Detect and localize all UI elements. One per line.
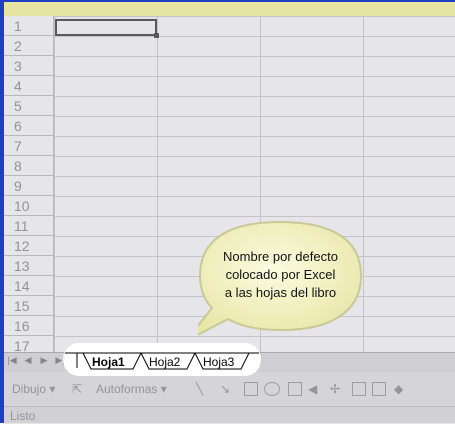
sheet-tab-hoja1[interactable]: Hoja1 (92, 355, 125, 369)
clipart-icon[interactable] (352, 382, 366, 396)
row-header[interactable]: 16 (4, 316, 54, 336)
fill-color-icon[interactable]: ◆ (394, 382, 403, 396)
active-cell-a1[interactable] (55, 19, 159, 38)
row-header[interactable]: 3 (4, 56, 54, 76)
drawing-toolbar: Dibujo ▾ ⇱ Autoformas ▾ ╲ ↘ ◀ ✢ ◆ (4, 372, 455, 406)
sheet-tab-hoja2[interactable]: Hoja2 (149, 355, 181, 369)
textbox-icon[interactable] (288, 382, 302, 396)
line-icon[interactable]: ╲ (196, 382, 203, 396)
next-sheet-nav-icon[interactable]: ▶ (38, 355, 50, 366)
row-header[interactable]: 13 (4, 256, 54, 276)
first-sheet-nav-icon[interactable]: |◀ (6, 355, 18, 366)
sheet-tabs: Hoja1 Hoja2 Hoja3 (65, 352, 259, 370)
diagram-icon[interactable]: ✢ (330, 382, 340, 396)
prev-sheet-nav-icon[interactable]: ◀ (22, 355, 34, 366)
row-header[interactable]: 9 (4, 176, 54, 196)
row-header[interactable]: 14 (4, 276, 54, 296)
row-header[interactable]: 10 (4, 196, 54, 216)
row-header[interactable]: 7 (4, 136, 54, 156)
draw-menu-button[interactable]: Dibujo ▾ (12, 382, 55, 396)
tab-highlight: Hoja1 Hoja2 Hoja3 (63, 343, 261, 376)
callout-text: Nombre por defecto colocado por Excel a … (223, 249, 338, 300)
sheet-tab-hoja3[interactable]: Hoja3 (203, 355, 235, 369)
wordart-icon[interactable]: ◀ (308, 382, 317, 396)
row-headers: 1 2 3 4 5 6 7 8 9 10 11 12 13 14 15 16 1… (4, 16, 54, 356)
row-header[interactable]: 1 (4, 16, 54, 36)
row-header[interactable]: 5 (4, 96, 54, 116)
status-bar: Listo (4, 406, 455, 424)
callout-bubble: Nombre por defecto colocado por Excel a … (198, 220, 363, 338)
picture-icon[interactable] (372, 382, 386, 396)
rectangle-icon[interactable] (244, 382, 258, 396)
row-header[interactable]: 8 (4, 156, 54, 176)
row-header[interactable]: 11 (4, 216, 54, 236)
row-header[interactable]: 6 (4, 116, 54, 136)
arrow-icon[interactable]: ↘ (220, 382, 230, 396)
row-header[interactable]: 2 (4, 36, 54, 56)
select-objects-icon[interactable]: ⇱ (72, 382, 82, 396)
row-header[interactable]: 12 (4, 236, 54, 256)
oval-icon[interactable] (264, 382, 280, 396)
row-header[interactable]: 4 (4, 76, 54, 96)
autoshapes-menu-button[interactable]: Autoformas ▾ (96, 382, 167, 396)
formula-bar-strip (4, 2, 455, 16)
status-text: Listo (10, 409, 36, 423)
fill-handle[interactable] (154, 33, 159, 38)
row-header[interactable]: 15 (4, 296, 54, 316)
